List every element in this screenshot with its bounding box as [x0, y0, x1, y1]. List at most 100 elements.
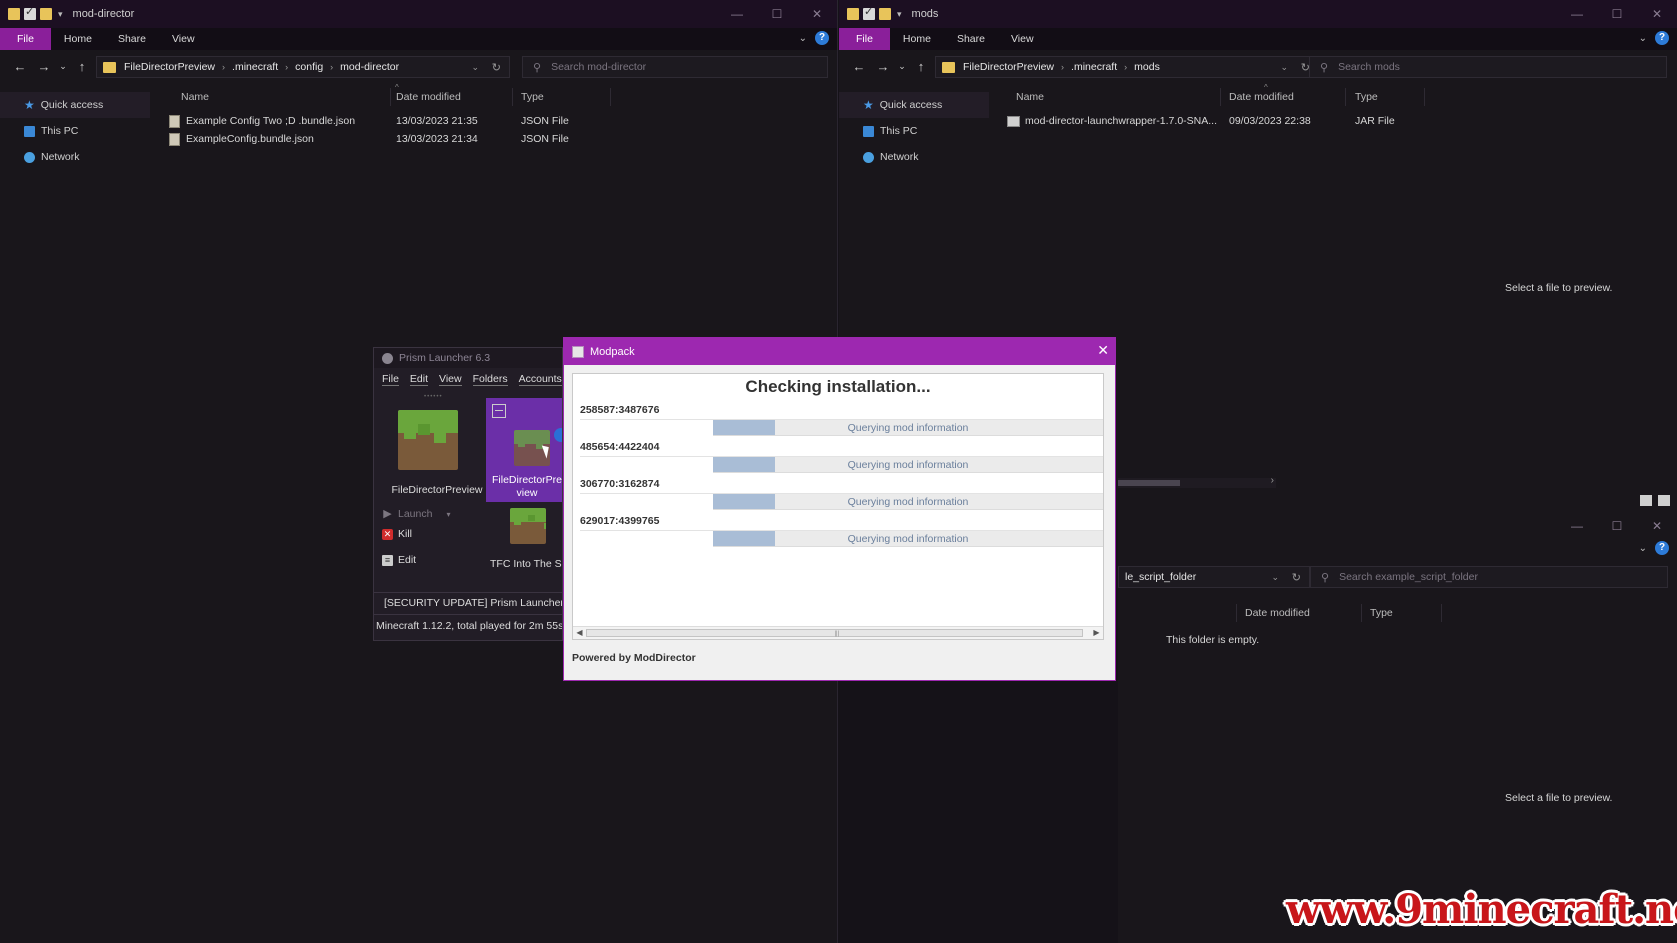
search-input[interactable]: ⚲ Search mod-director — [522, 56, 828, 78]
nav-network[interactable]: Network — [0, 144, 150, 170]
edit-button[interactable]: ≡ Edit — [382, 550, 416, 570]
close-button[interactable]: ✕ — [1637, 0, 1677, 28]
menu-view[interactable]: View — [439, 373, 462, 386]
column-date-modified[interactable]: Date modified — [396, 91, 461, 103]
details-view-icon[interactable] — [1640, 495, 1652, 506]
chevron-down-icon[interactable]: ⌄ — [1271, 572, 1279, 583]
column-type[interactable]: Type — [1355, 91, 1378, 103]
menu-accounts[interactable]: Accounts — [518, 373, 562, 386]
nav-quick-access[interactable]: ★ Quick access — [839, 92, 989, 118]
tab-view[interactable]: View — [159, 28, 208, 50]
address-bar[interactable]: FileDirectorPreview › .minecraft › confi… — [96, 56, 510, 78]
chevron-right-icon[interactable]: › — [285, 62, 288, 72]
search-input[interactable]: ⚲ Search example_script_folder — [1310, 566, 1668, 588]
chevron-right-icon[interactable]: › — [222, 62, 225, 72]
launch-button[interactable]: ▶ Launch ▾ — [382, 504, 450, 524]
menu-edit[interactable]: Edit — [409, 373, 429, 386]
maximize-button[interactable]: ☐ — [1597, 512, 1637, 540]
column-type[interactable]: Type — [1370, 607, 1393, 619]
column-name[interactable]: Name — [1016, 91, 1044, 103]
chevron-down-icon[interactable]: ⌄ — [471, 62, 479, 73]
address-bar[interactable]: FileDirectorPreview › .minecraft › mods … — [935, 56, 1319, 78]
customize-toolbar-icon[interactable]: ▾ — [58, 9, 63, 20]
nav-this-pc[interactable]: This PC — [839, 118, 989, 144]
chevron-down-icon[interactable]: ▾ — [446, 510, 450, 519]
column-type[interactable]: Type — [521, 91, 544, 103]
collapse-group-icon[interactable] — [492, 404, 506, 418]
instance-tile-selected[interactable]: FileDirectorPreview — [486, 398, 562, 502]
minimize-button[interactable]: — — [1557, 0, 1597, 28]
tab-file[interactable]: File — [0, 28, 51, 50]
nav-quick-access[interactable]: ★ Quick access — [0, 92, 150, 118]
chevron-right-icon[interactable]: › — [1271, 475, 1274, 486]
scroll-right-icon[interactable]: ▶ — [1090, 627, 1103, 639]
instance-icon-tfc[interactable] — [510, 508, 546, 544]
minimize-button[interactable]: — — [1557, 512, 1597, 540]
large-icons-view-icon[interactable] — [1658, 495, 1670, 506]
horizontal-scrollbar[interactable]: ◀ ||| ▶ — [573, 626, 1103, 639]
breadcrumb-minecraft[interactable]: .minecraft — [1071, 61, 1117, 73]
menu-file[interactable]: File — [382, 373, 399, 386]
maximize-button[interactable]: ☐ — [1597, 0, 1637, 28]
breadcrumb-filedirectorpreview[interactable]: FileDirectorPreview — [963, 61, 1054, 73]
column-date-modified[interactable]: Date modified — [1245, 607, 1310, 619]
chevron-right-icon[interactable]: › — [1061, 62, 1064, 72]
forward-arrow-icon[interactable]: → — [871, 59, 895, 74]
refresh-icon[interactable]: ↻ — [492, 61, 501, 74]
horizontal-scrollbar[interactable]: › — [1118, 475, 1276, 488]
close-button[interactable]: ✕ — [1637, 512, 1677, 540]
breadcrumb-mod-director[interactable]: mod-director — [340, 61, 399, 73]
expand-ribbon-icon[interactable]: ⌄ — [1639, 543, 1647, 554]
file-row[interactable]: mod-director-launchwrapper-1.7.0-SNA... … — [994, 113, 1430, 131]
chevron-right-icon[interactable]: › — [1124, 62, 1127, 72]
up-arrow-icon[interactable]: ↑ — [70, 59, 94, 74]
maximize-button[interactable]: ☐ — [757, 0, 797, 28]
expand-ribbon-icon[interactable]: ⌄ — [1639, 33, 1647, 44]
instance-icon-grass-block[interactable] — [398, 410, 458, 470]
menu-folders[interactable]: Folders — [472, 373, 508, 386]
scrollbar-thumb[interactable]: ||| — [586, 629, 1083, 637]
help-icon[interactable]: ? — [1655, 541, 1669, 555]
chevron-down-icon[interactable]: ⌄ — [1280, 62, 1288, 73]
back-arrow-icon[interactable]: ← — [847, 59, 871, 74]
nav-network[interactable]: Network — [839, 144, 989, 170]
new-folder-icon[interactable] — [879, 8, 891, 20]
recent-locations-icon[interactable]: ⌄ — [56, 61, 70, 72]
tab-file[interactable]: File — [839, 28, 890, 50]
nav-this-pc[interactable]: This PC — [0, 118, 150, 144]
file-row[interactable]: ExampleConfig.bundle.json 13/03/2023 21:… — [155, 131, 837, 149]
new-folder-icon[interactable] — [40, 8, 52, 20]
help-icon[interactable]: ? — [1655, 31, 1669, 45]
chevron-right-icon[interactable]: › — [330, 62, 333, 72]
column-date-modified[interactable]: Date modified — [1229, 91, 1294, 103]
close-button[interactable]: ✕ — [797, 0, 837, 28]
tab-view[interactable]: View — [998, 28, 1047, 50]
search-input[interactable]: ⚲ Search mods — [1309, 56, 1667, 78]
news-bar[interactable]: [SECURITY UPDATE] Prism Launcher — [374, 592, 562, 612]
file-row[interactable]: Example Config Two ;D .bundle.json 13/03… — [155, 113, 837, 131]
close-icon[interactable]: ✕ — [1097, 342, 1109, 359]
minimize-button[interactable]: — — [717, 0, 757, 28]
help-icon[interactable]: ? — [815, 31, 829, 45]
up-arrow-icon[interactable]: ↑ — [909, 59, 933, 74]
breadcrumb-mods[interactable]: mods — [1134, 61, 1160, 73]
toolbar-grip-icon[interactable]: •••••• — [424, 394, 443, 400]
back-arrow-icon[interactable]: ← — [8, 59, 32, 74]
customize-toolbar-icon[interactable]: ▾ — [897, 9, 902, 20]
properties-icon[interactable] — [24, 5, 36, 20]
refresh-icon[interactable]: ↻ — [1292, 571, 1301, 584]
column-name[interactable]: Name — [181, 91, 209, 103]
breadcrumb-example-script-folder[interactable]: le_script_folder — [1125, 571, 1196, 583]
breadcrumb-config[interactable]: config — [295, 61, 323, 73]
recent-locations-icon[interactable]: ⌄ — [895, 61, 909, 72]
forward-arrow-icon[interactable]: → — [32, 59, 56, 74]
address-bar[interactable]: le_script_folder ⌄ ↻ — [1118, 566, 1310, 588]
expand-ribbon-icon[interactable]: ⌄ — [799, 33, 807, 44]
breadcrumb-filedirectorpreview[interactable]: FileDirectorPreview — [124, 61, 215, 73]
scroll-left-icon[interactable]: ◀ — [573, 627, 586, 639]
kill-button[interactable]: ✕ Kill — [382, 524, 412, 544]
properties-icon[interactable] — [863, 5, 875, 20]
tab-share[interactable]: Share — [105, 28, 159, 50]
breadcrumb-minecraft[interactable]: .minecraft — [232, 61, 278, 73]
tab-home[interactable]: Home — [51, 28, 105, 50]
